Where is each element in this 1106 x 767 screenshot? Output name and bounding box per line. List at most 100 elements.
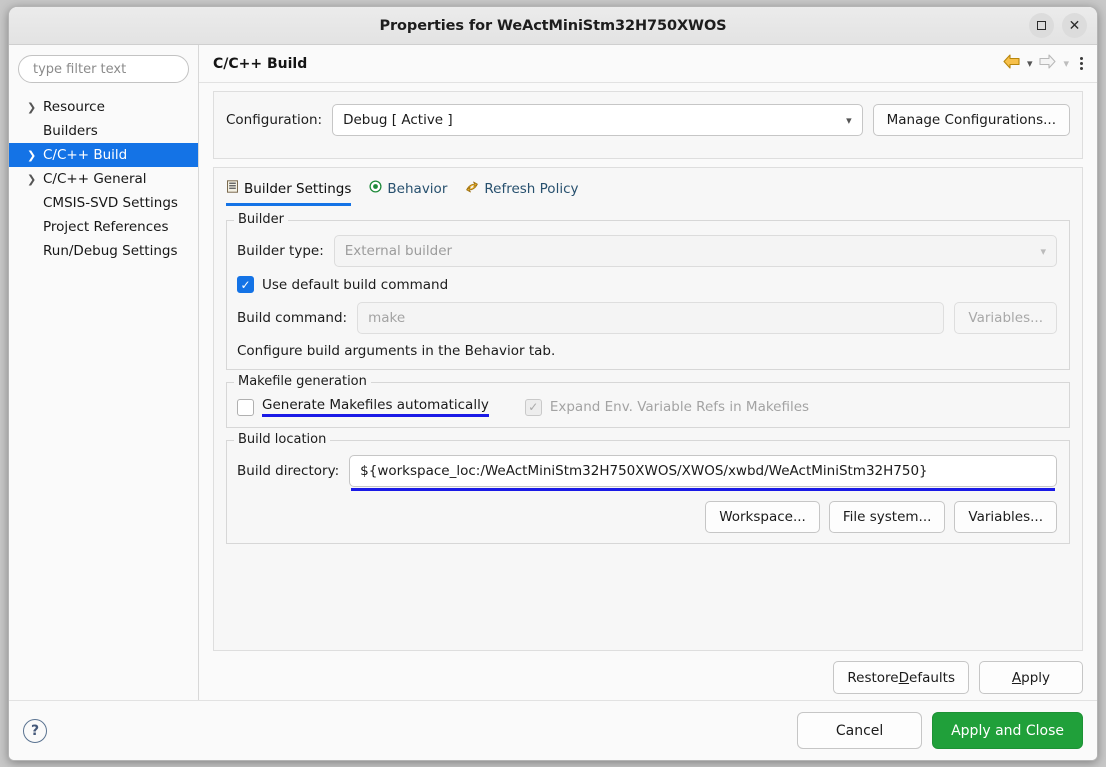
filter-placeholder: type filter text (33, 61, 127, 77)
build-directory-row: Build directory: ${workspace_loc:/WeActM… (237, 455, 1057, 491)
dialog-footer: ? Cancel Apply and Close (9, 700, 1097, 760)
builder-group-legend: Builder (234, 212, 288, 227)
build-location-legend: Build location (234, 432, 331, 447)
build-location-buttons: Workspace... File system... Variables... (237, 501, 1057, 533)
maximize-icon[interactable] (1029, 13, 1054, 38)
builder-hint-text: Configure build arguments in the Behavio… (237, 343, 556, 359)
dialog-body: type filter text ❯ Resource Builders ❯ C… (9, 45, 1097, 700)
pane-content: Configuration: Debug [ Active ] ▾ Manage… (199, 83, 1097, 700)
main-pane: C/C++ Build ▾ ▾ Configuration: Debug [A… (199, 45, 1097, 700)
page-title: C/C++ Build (213, 55, 308, 72)
chevron-down-icon: ▾ (1040, 244, 1046, 258)
filter-input[interactable]: type filter text (18, 55, 189, 83)
configuration-label: Configuration: (226, 112, 323, 128)
build-directory-input[interactable]: ${workspace_loc:/WeActMiniStm32H750XWOS/… (349, 455, 1057, 487)
page-action-buttons: Restore Defaults Apply (213, 651, 1083, 700)
apply-button[interactable]: Apply (979, 661, 1083, 694)
back-history-chevron-down-icon[interactable]: ▾ (1027, 57, 1033, 70)
build-directory-wrapper: ${workspace_loc:/WeActMiniStm32H750XWOS/… (349, 455, 1057, 491)
sidebar-item-cpp-general[interactable]: ❯ C/C++ General (9, 167, 198, 191)
tab-refresh-policy[interactable]: Refresh Policy (465, 180, 578, 206)
tab-label: Refresh Policy (484, 180, 579, 197)
close-icon[interactable]: ✕ (1062, 13, 1087, 38)
makefile-options-row: Generate Makefiles automatically ✓ Expan… (237, 397, 1057, 417)
document-lines-icon (226, 180, 239, 197)
file-system-button[interactable]: File system... (828, 501, 946, 533)
annotation-underline (351, 488, 1055, 491)
sidebar-item-label: Builders (43, 123, 98, 139)
sidebar-item-project-references[interactable]: Project References (9, 215, 198, 239)
makefile-generation-group: Makefile generation Generate Makefiles a… (226, 374, 1070, 428)
build-directory-value: ${workspace_loc:/WeActMiniStm32H750XWOS/… (360, 463, 928, 479)
builder-group: Builder Builder type: External builder ▾ (226, 212, 1070, 370)
build-command-label: Build command: (237, 310, 348, 326)
restore-defaults-button[interactable]: Restore Defaults (833, 661, 969, 694)
build-location-variables-button[interactable]: Variables... (954, 501, 1057, 533)
makefile-group-legend: Makefile generation (234, 374, 371, 389)
build-directory-label: Build directory: (237, 463, 340, 479)
use-default-build-command-checkbox[interactable]: ✓ Use default build command (237, 276, 448, 293)
sidebar-item-label: Project References (43, 219, 169, 235)
generate-makefiles-checkbox[interactable]: Generate Makefiles automatically (237, 397, 489, 417)
tab-behavior[interactable]: Behavior (369, 180, 447, 206)
checkbox-label: Generate Makefiles automatically (262, 397, 489, 417)
checkbox-checked-disabled-icon: ✓ (524, 398, 542, 416)
builder-type-select: External builder ▾ (333, 235, 1057, 267)
target-circle-icon (369, 180, 382, 197)
checkbox-unchecked-icon (237, 398, 254, 416)
builder-tab-panel: Builder Settings Behavior Refresh Policy… (213, 167, 1083, 651)
configuration-value: Debug [ Active ] (343, 112, 453, 128)
pane-nav-icons: ▾ ▾ (1003, 54, 1083, 73)
sidebar-item-cmsis-svd-settings[interactable]: CMSIS-SVD Settings (9, 191, 198, 215)
chevron-right-icon: ❯ (27, 172, 37, 186)
back-arrow-icon[interactable] (1003, 54, 1020, 73)
sidebar-item-label: C/C++ Build (43, 147, 128, 163)
sidebar-item-label: C/C++ General (43, 171, 147, 187)
forward-history-chevron-down-icon: ▾ (1063, 57, 1069, 70)
sidebar-item-cpp-build[interactable]: ❯ C/C++ Build (9, 143, 198, 167)
kebab-menu-icon[interactable] (1080, 57, 1083, 70)
settings-tree: ❯ Resource Builders ❯ C/C++ Build ❯ C/C+… (9, 95, 198, 263)
sidebar-item-run-debug-settings[interactable]: Run/Debug Settings (9, 239, 198, 263)
chevron-right-icon: ❯ (27, 148, 37, 162)
sidebar-item-builders[interactable]: Builders (9, 119, 198, 143)
refresh-arrows-icon (465, 180, 479, 197)
window-title: Properties for WeActMiniStm32H750XWOS (379, 17, 727, 34)
checkbox-label: Use default build command (262, 276, 449, 293)
title-bar: Properties for WeActMiniStm32H750XWOS ✕ (9, 7, 1097, 45)
chevron-down-icon: ▾ (846, 113, 852, 127)
tab-label: Behavior (387, 180, 448, 197)
sidebar-item-label: CMSIS-SVD Settings (43, 195, 178, 211)
workspace-button[interactable]: Workspace... (705, 501, 820, 533)
tab-bar: Builder Settings Behavior Refresh Policy (214, 168, 1082, 206)
configuration-select[interactable]: Debug [ Active ] ▾ (332, 104, 863, 136)
sidebar-item-resource[interactable]: ❯ Resource (9, 95, 198, 119)
builder-type-value: External builder (344, 243, 453, 259)
tab-builder-settings[interactable]: Builder Settings (226, 180, 352, 206)
checkbox-checked-icon: ✓ (237, 276, 254, 293)
properties-dialog: Properties for WeActMiniStm32H750XWOS ✕ … (8, 6, 1098, 761)
builder-type-label: Builder type: (237, 243, 324, 259)
checkbox-label: Expand Env. Variable Refs in Makefiles (549, 399, 810, 415)
build-command-row: Build command: make Variables... (237, 302, 1057, 334)
apply-and-close-button[interactable]: Apply and Close (932, 712, 1083, 749)
build-command-value: make (368, 310, 406, 326)
builder-type-row: Builder type: External builder ▾ (237, 235, 1057, 267)
sidebar-item-label: Run/Debug Settings (43, 243, 178, 259)
chevron-right-icon: ❯ (27, 100, 37, 114)
cancel-button[interactable]: Cancel (797, 712, 923, 749)
configuration-section: Configuration: Debug [ Active ] ▾ Manage… (213, 91, 1083, 159)
builder-settings-content: Builder Builder type: External builder ▾ (214, 206, 1082, 650)
sidebar: type filter text ❯ Resource Builders ❯ C… (9, 45, 199, 700)
forward-arrow-icon (1039, 54, 1057, 73)
use-default-build-command-row: ✓ Use default build command (237, 276, 1057, 293)
sidebar-item-label: Resource (43, 99, 105, 115)
help-question-icon[interactable]: ? (23, 718, 47, 743)
tab-label: Builder Settings (244, 180, 352, 197)
manage-configurations-button[interactable]: Manage Configurations... (872, 104, 1070, 136)
window-controls: ✕ (1029, 13, 1087, 38)
build-command-input: make (357, 302, 945, 334)
build-command-variables-button: Variables... (954, 302, 1057, 334)
build-location-group: Build location Build directory: ${worksp… (226, 432, 1070, 544)
expand-env-refs-checkbox: ✓ Expand Env. Variable Refs in Makefiles (524, 398, 810, 416)
